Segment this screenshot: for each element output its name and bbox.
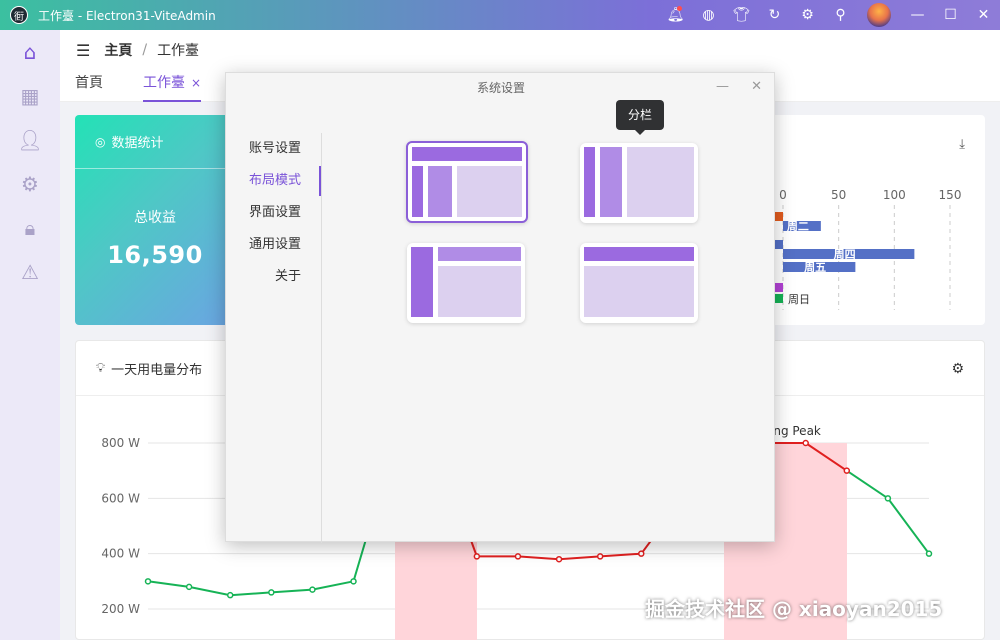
user-icon: 👤︎ [17,128,43,152]
minimize-icon[interactable]: — [901,0,934,30]
layout-option-horizontal[interactable] [580,243,698,323]
refresh-icon[interactable]: ↻ [758,0,791,30]
sidebar-item-components[interactable]: ▦ [0,74,60,118]
settings-dialog: 系统设置 — ✕ 账号设置 布局模式 界面设置 通用设置 关于 分栏 [225,72,775,543]
menu-general-settings[interactable]: 通用设置 [226,229,321,261]
layout-option-columns[interactable] [580,143,698,223]
layout-preview-aside [412,166,423,217]
palette-icon[interactable]: ◍ [692,0,725,30]
layout-preview-main [438,266,521,317]
layout-preview-header [584,247,694,261]
tab-label: 工作臺 [143,75,185,91]
layout-option-classic[interactable] [407,243,525,323]
maximize-icon[interactable]: ☐ [934,0,967,30]
menu-ui-settings[interactable]: 界面设置 [226,197,321,229]
gear-icon: ⚙ [21,172,39,196]
titlebar-actions: 🔔︎ ◍ 👕︎ ↻ ⚙ ⚲ — ☐ ✕ [659,0,1000,30]
breadcrumb-root[interactable]: 主頁 [104,40,132,60]
window-title: 工作臺 - Electron31-ViteAdmin [38,8,216,23]
menu-layout-mode[interactable]: 布局模式 [226,165,321,197]
dialog-close-icon[interactable]: ✕ [751,79,762,94]
watermark: 掘金技术社区 @ xiaoyan2015 [645,597,943,621]
lock-icon: 🔒︎ [24,216,36,240]
layout-preview-aside [411,247,433,317]
layout-option-vertical[interactable] [406,141,528,223]
revenue-value: 16,590 [107,241,203,269]
sidebar: ⌂ ▦ 👤︎ ⚙ 🔒︎ ⚠ [0,30,60,640]
dialog-divider [321,133,322,543]
layout-tooltip: 分栏 [616,100,664,135]
stats-icon: ◎ [95,134,106,149]
tab-workbench[interactable]: 工作臺 × [143,70,202,102]
breadcrumb-current: 工作臺 [157,43,200,59]
layout-preview-submenu [428,166,452,217]
sidebar-item-error[interactable]: ⚠ [0,250,60,294]
close-icon[interactable]: ✕ [967,0,1000,30]
chart-settings-icon[interactable]: ⚙ [951,361,964,377]
avatar[interactable] [867,3,891,27]
layout-preview-header [438,247,521,261]
bulb-icon: 💡︎ [96,360,106,376]
sidebar-item-permission[interactable]: 🔒︎ [0,206,60,250]
pin-icon[interactable]: ⚲ [824,0,857,30]
power-card-title: 一天用电量分布 [111,362,203,378]
stats-card-title: 数据统计 [111,136,164,151]
tab-label: 首頁 [75,75,103,91]
tab-close-icon[interactable]: × [191,76,201,90]
layout-preview-main [627,147,694,217]
breadcrumb-separator: / [142,42,148,58]
layout-preview-header [412,147,522,161]
menu-account-settings[interactable]: 账号设置 [226,133,321,165]
sidebar-item-settings[interactable]: ⚙ [0,162,60,206]
revenue-label: 总收益 [134,210,176,226]
settings-icon[interactable]: ⚙ [791,0,824,30]
menu-toggle-icon[interactable]: ☰ [76,41,90,60]
layout-preview-submenu [600,147,622,217]
title-bar: 衐 工作臺 - Electron31-ViteAdmin 🔔︎ ◍ 👕︎ ↻ ⚙… [0,0,1000,30]
bell-icon[interactable]: 🔔︎ [659,0,692,30]
app-logo-icon: 衐 [10,6,28,24]
warning-icon: ⚠ [21,260,39,284]
download-icon[interactable]: ⤓ [959,137,965,152]
sidebar-item-home[interactable]: ⌂ [0,30,60,74]
stats-card: ◎ 数据统计 总收益 16,590 [75,115,235,325]
dialog-menu: 账号设置 布局模式 界面设置 通用设置 关于 [226,133,321,293]
layout-preview-aside [584,147,595,217]
layout-preview-main [584,266,694,317]
top-bar: ☰ 主頁 / 工作臺 [60,30,1000,70]
dialog-title: 系统设置 [476,81,525,95]
home-icon: ⌂ [23,40,37,64]
dialog-minimize-icon[interactable]: — [716,79,729,94]
layout-preview-main [457,166,522,217]
menu-about[interactable]: 关于 [226,261,321,293]
grid-icon: ▦ [20,84,40,108]
stats-card-header: ◎ 数据统计 [75,115,235,169]
sidebar-item-user[interactable]: 👤︎ [0,118,60,162]
shirt-icon[interactable]: 👕︎ [725,0,758,30]
tab-home[interactable]: 首頁 [75,70,103,102]
